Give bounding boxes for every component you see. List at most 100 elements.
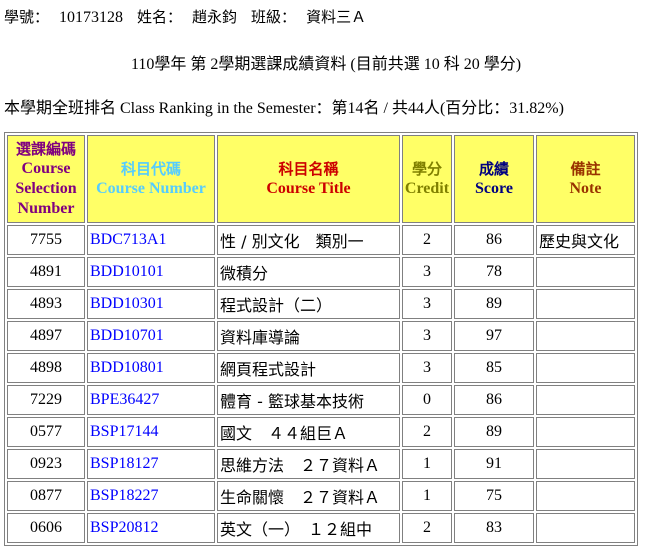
credit-cell: 2 [402, 417, 452, 447]
note-cell [536, 353, 635, 383]
selection-number-cell: 7755 [7, 225, 85, 255]
selection-number-cell: 0577 [7, 417, 85, 447]
course-title-cell: 英文（一） １２組中 [217, 513, 400, 543]
table-row: 7755 BDC713A1 性 / 別文化 類別一 2 86 歷史與文化 [7, 225, 635, 255]
course-number-cell: BDC713A1 [87, 225, 215, 255]
credit-cell: 3 [402, 321, 452, 351]
note-cell [536, 321, 635, 351]
selection-number-cell: 0606 [7, 513, 85, 543]
course-title-cell: 性 / 別文化 類別一 [217, 225, 400, 255]
table-row: 4897 BDD10701 資料庫導論 3 97 [7, 321, 635, 351]
header-selection-number: 選課編碼 Course Selection Number [7, 135, 85, 223]
selection-number-cell: 4897 [7, 321, 85, 351]
credit-cell: 1 [402, 481, 452, 511]
course-number-cell: BSP18127 [87, 449, 215, 479]
credit-cell: 3 [402, 353, 452, 383]
header-course-number: 科目代碼 Course Number [87, 135, 215, 223]
header-course-title: 科目名稱 Course Title [217, 135, 400, 223]
note-cell: 歷史與文化 [536, 225, 635, 255]
table-row: 0606 BSP20812 英文（一） １２組中 2 83 [7, 513, 635, 543]
credit-cell: 3 [402, 257, 452, 287]
student-id: 10173128 [59, 9, 124, 26]
course-title-cell: 國文 ４４組巨Ａ [217, 417, 400, 447]
note-cell [536, 449, 635, 479]
course-number-cell: BSP17144 [87, 417, 215, 447]
note-cell [536, 481, 635, 511]
table-row: 0877 BSP18227 生命關懷 ２７資料Ａ 1 75 [7, 481, 635, 511]
score-cell: 86 [454, 225, 534, 255]
selection-number-cell: 7229 [7, 385, 85, 415]
course-title-cell: 程式設計（二） [217, 289, 400, 319]
credit-cell: 2 [402, 225, 452, 255]
header-credit-zh: 學分 [411, 160, 442, 178]
score-cell: 97 [454, 321, 534, 351]
table-row: 4898 BDD10801 網頁程式設計 3 85 [7, 353, 635, 383]
student-info: 學號： 10173128 姓名： 趙永鈞 班級： 資料三Ａ [4, 6, 376, 27]
table-header-row: 選課編碼 Course Selection Number 科目代碼 Course… [7, 135, 635, 223]
header-course-title-zh: 科目名稱 [278, 160, 339, 178]
course-number-cell: BDD10101 [87, 257, 215, 287]
selection-number-cell: 0923 [7, 449, 85, 479]
note-cell [536, 289, 635, 319]
credit-cell: 2 [402, 513, 452, 543]
table-row: 7229 BPE36427 體育 - 籃球基本技術 0 86 [7, 385, 635, 415]
selection-number-cell: 4893 [7, 289, 85, 319]
selection-number-cell: 0877 [7, 481, 85, 511]
score-cell: 86 [454, 385, 534, 415]
header-selection-en2: Selection [15, 180, 77, 197]
score-cell: 85 [454, 353, 534, 383]
class-label: 班級： [251, 8, 297, 26]
header-course-number-en: Course Number [96, 180, 206, 197]
credit-cell: 1 [402, 449, 452, 479]
header-credit: 學分 Credit [402, 135, 452, 223]
header-course-title-en: Course Title [266, 180, 351, 197]
header-score-zh: 成績 [478, 160, 509, 178]
course-title-cell: 微積分 [217, 257, 400, 287]
header-note: 備註 Note [536, 135, 635, 223]
header-course-number-zh: 科目代碼 [120, 160, 181, 178]
header-selection-zh: 選課編碼 [15, 140, 76, 158]
header-selection-en3: Number [17, 200, 75, 217]
grades-table: 選課編碼 Course Selection Number 科目代碼 Course… [4, 132, 638, 546]
header-note-en: Note [569, 180, 602, 197]
name-label: 姓名： [137, 8, 183, 26]
class-ranking: 本學期全班排名 Class Ranking in the Semester：第1… [4, 100, 564, 117]
table-row: 0923 BSP18127 思維方法 ２７資料Ａ 1 91 [7, 449, 635, 479]
credit-cell: 3 [402, 289, 452, 319]
score-cell: 78 [454, 257, 534, 287]
course-title-cell: 資料庫導論 [217, 321, 400, 351]
score-cell: 75 [454, 481, 534, 511]
page-subtitle: 110學年 第 2學期選課成績資料 (目前共選 10 科 20 學分) [130, 56, 522, 73]
class-name: 資料三Ａ [306, 8, 367, 26]
score-cell: 89 [454, 417, 534, 447]
course-number-cell: BDD10701 [87, 321, 215, 351]
course-title-cell: 思維方法 ２７資料Ａ [217, 449, 400, 479]
course-number-cell: BSP18227 [87, 481, 215, 511]
student-name: 趙永鈞 [192, 8, 238, 26]
table-row: 0577 BSP17144 國文 ４４組巨Ａ 2 89 [7, 417, 635, 447]
table-row: 4893 BDD10301 程式設計（二） 3 89 [7, 289, 635, 319]
course-title-cell: 生命關懷 ２７資料Ａ [217, 481, 400, 511]
note-cell [536, 385, 635, 415]
header-score: 成績 Score [454, 135, 534, 223]
header-score-en: Score [475, 180, 513, 197]
score-cell: 89 [454, 289, 534, 319]
header-selection-en1: Course [21, 160, 71, 177]
score-cell: 83 [454, 513, 534, 543]
course-number-cell: BDD10801 [87, 353, 215, 383]
course-number-cell: BPE36427 [87, 385, 215, 415]
selection-number-cell: 4898 [7, 353, 85, 383]
course-number-cell: BDD10301 [87, 289, 215, 319]
header-credit-en: Credit [404, 180, 450, 197]
header-note-zh: 備註 [570, 160, 601, 178]
score-cell: 91 [454, 449, 534, 479]
note-cell [536, 257, 635, 287]
student-id-label: 學號： [4, 8, 50, 26]
course-title-cell: 體育 - 籃球基本技術 [217, 385, 400, 415]
table-row: 4891 BDD10101 微積分 3 78 [7, 257, 635, 287]
credit-cell: 0 [402, 385, 452, 415]
course-title-cell: 網頁程式設計 [217, 353, 400, 383]
note-cell [536, 513, 635, 543]
note-cell [536, 417, 635, 447]
selection-number-cell: 4891 [7, 257, 85, 287]
